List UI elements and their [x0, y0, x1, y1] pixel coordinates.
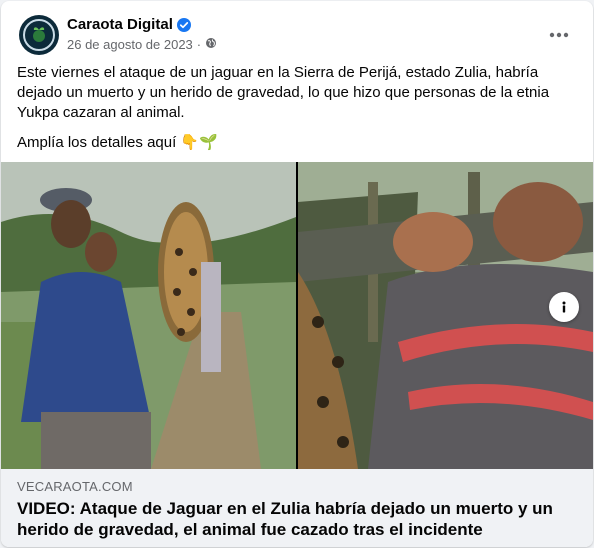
info-button[interactable] [549, 292, 579, 322]
post-text-link-prompt: Amplía los detalles aquí 👇🌱 [17, 134, 218, 151]
post-header: Caraota Digital 26 de agosto de 2023 · [17, 13, 577, 57]
more-options-icon [549, 32, 569, 38]
post-date[interactable]: 26 de agosto de 2023 [67, 37, 193, 52]
video-frame-right [298, 162, 593, 469]
info-icon [562, 301, 566, 313]
link-headline[interactable]: VIDEO: Ataque de Jaguar en el Zulia habr… [17, 498, 577, 540]
post-message: Este viernes el ataque de un jaguar en l… [17, 63, 575, 153]
more-options-button[interactable] [541, 17, 577, 53]
link-preview-image[interactable] [1, 162, 593, 469]
page-avatar[interactable] [19, 15, 59, 55]
meta-separator: · [196, 37, 202, 52]
post-card: Caraota Digital 26 de agosto de 2023 · E… [1, 1, 593, 547]
globe-icon[interactable] [205, 37, 217, 52]
avatar-logo-icon [23, 19, 55, 51]
verified-badge-icon [176, 17, 191, 32]
page-name[interactable]: Caraota Digital [67, 16, 173, 33]
post-meta: 26 de agosto de 2023 · [67, 37, 217, 52]
link-preview[interactable]: VECARAOTA.COM VIDEO: Ataque de Jaguar en… [1, 469, 593, 547]
video-frame-left [1, 162, 296, 469]
post-text-paragraph: Este viernes el ataque de un jaguar en l… [17, 64, 550, 121]
link-domain: VECARAOTA.COM [17, 479, 133, 494]
name-row: Caraota Digital [67, 16, 191, 33]
